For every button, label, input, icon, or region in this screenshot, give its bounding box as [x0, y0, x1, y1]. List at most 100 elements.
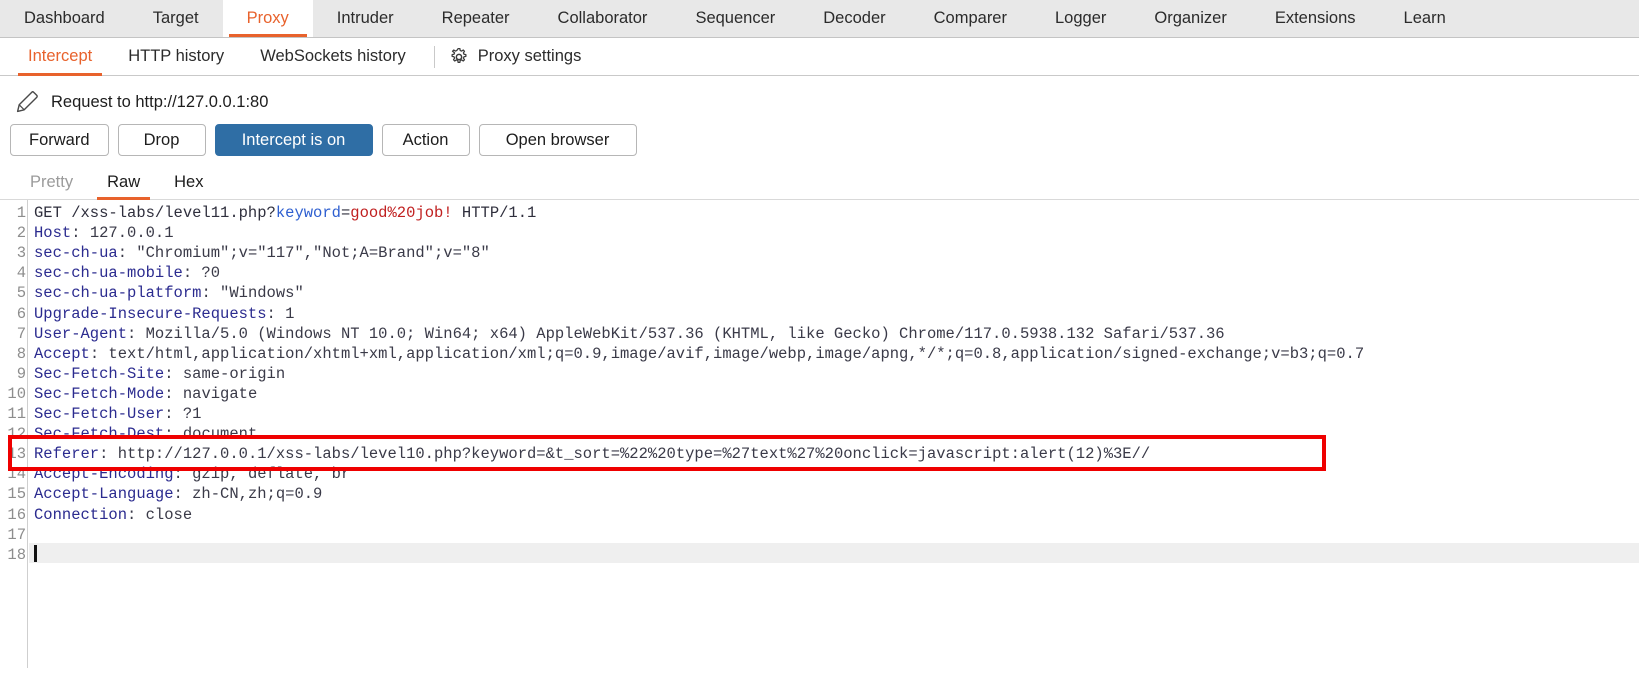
code-token: : ?0 — [182, 264, 221, 283]
main-tab-collaborator[interactable]: Collaborator — [534, 0, 672, 37]
code-token: : ?1 — [164, 405, 202, 423]
line-number: 6 — [16, 304, 26, 323]
code-line[interactable]: Upgrade-Insecure-Requests: 1 — [34, 304, 294, 324]
code-token: Sec-Fetch-Dest — [34, 425, 165, 444]
sub-tab-intercept[interactable]: Intercept — [10, 38, 110, 76]
proxy-sub-tab-bar: Intercept HTTP history WebSockets history … — [0, 38, 1639, 76]
code-token: : 127.0.0.1 — [71, 224, 174, 243]
line-number: 12 — [7, 425, 26, 444]
code-token: Accept — [34, 344, 90, 363]
code-token: Upgrade-Insecure-Requests — [34, 304, 267, 323]
line-number-gutter: 1 2 3 4 5 6 7 8 9 10 11 12 13 14 15 16 17 18 — [0, 200, 28, 668]
text-caret — [34, 544, 37, 562]
forward-button[interactable]: Forward — [10, 124, 109, 156]
code-line[interactable]: Sec-Fetch-Dest: document — [34, 424, 257, 444]
code-line[interactable]: Accept-Language: zh-CN,zh;q=0.9 — [34, 484, 322, 504]
main-tab-bar: Dashboard Target Proxy Intruder Repeater Coll… — [0, 0, 1639, 38]
view-tab-hex[interactable]: Hex — [160, 166, 217, 200]
code-line[interactable]: Sec-Fetch-Mode: navigate — [34, 384, 257, 404]
line-number: 13 — [7, 445, 26, 464]
code-token: : http://127.0.0.1/xss-labs/level10.php?… — [99, 445, 1151, 464]
gear-icon — [449, 47, 469, 67]
sub-tab-http-history[interactable]: HTTP history — [110, 38, 242, 76]
drop-button[interactable]: Drop — [117, 124, 206, 156]
main-tab-dashboard[interactable]: Dashboard — [0, 0, 129, 37]
main-tab-logger[interactable]: Logger — [1031, 0, 1130, 37]
sub-tab-websockets-history[interactable]: WebSockets history — [242, 38, 424, 76]
code-token: : Mozilla/5.0 (Windows NT 10.0; Win64; x… — [127, 324, 1225, 343]
code-token: GET /xss-labs/level11.php? — [34, 204, 276, 222]
request-banner: Request to http://127.0.0.1:80 — [0, 76, 1639, 120]
code-token: keyword — [275, 204, 341, 222]
code-token: Accept-Language — [34, 485, 174, 504]
code-token: Sec-Fetch-User — [34, 405, 165, 423]
code-line[interactable]: Host: 127.0.0.1 — [34, 223, 174, 243]
line-number: 7 — [16, 324, 26, 343]
main-tab-decoder[interactable]: Decoder — [799, 0, 909, 37]
code-line[interactable]: User-Agent: Mozilla/5.0 (Windows NT 10.0… — [34, 324, 1225, 344]
code-token: : text/html,application/xhtml+xml,applic… — [89, 344, 1365, 363]
main-tab-sequencer[interactable]: Sequencer — [671, 0, 799, 37]
line-number: 10 — [7, 384, 26, 403]
code-line[interactable]: sec-ch-ua: "Chromium";v="117","Not;A=Bra… — [34, 243, 490, 263]
code-token: sec-ch-ua-platform — [34, 284, 202, 303]
main-tab-organizer[interactable]: Organizer — [1130, 0, 1250, 37]
code-token: : close — [127, 505, 193, 524]
intercept-toggle-button[interactable]: Intercept is on — [214, 124, 373, 156]
code-line[interactable]: sec-ch-ua-mobile: ?0 — [34, 263, 220, 283]
code-line[interactable]: Sec-Fetch-User: ?1 — [34, 404, 201, 424]
line-number: 16 — [7, 505, 26, 524]
code-token: sec-ch-ua-mobile — [34, 264, 183, 283]
code-line[interactable]: Sec-Fetch-Site: same-origin — [34, 364, 285, 384]
view-tab-raw[interactable]: Raw — [93, 166, 154, 200]
line-number: 11 — [7, 405, 26, 423]
code-token: : "Chromium";v="117","Not;A=Brand";v="8" — [117, 244, 490, 263]
main-tab-comparer[interactable]: Comparer — [910, 0, 1031, 37]
code-token: : navigate — [164, 384, 258, 403]
line-number: 1 — [16, 204, 26, 222]
code-line[interactable]: Referer: http://127.0.0.1/xss-labs/level… — [34, 444, 1150, 464]
code-token: : gzip, deflate, br — [173, 465, 351, 484]
code-token: Accept-Encoding — [34, 465, 174, 484]
code-line[interactable]: Accept: text/html,application/xhtml+xml,… — [34, 344, 1364, 364]
line-number: 9 — [16, 364, 26, 383]
code-token: Connection — [34, 505, 128, 524]
code-token: : same-origin — [164, 364, 286, 383]
line-number: 2 — [16, 224, 26, 243]
code-token: Sec-Fetch-Site — [34, 364, 165, 383]
line-number: 4 — [16, 264, 26, 283]
line-number: 14 — [7, 465, 26, 484]
code-token: Host — [34, 224, 72, 243]
main-tab-extensions[interactable]: Extensions — [1251, 0, 1380, 37]
line-number: 15 — [7, 485, 26, 504]
line-number: 3 — [16, 244, 26, 263]
code-token: : zh-CN,zh;q=0.9 — [173, 485, 323, 504]
cursor-line-highlight — [29, 542, 1639, 563]
code-token: : "Windows" — [201, 284, 304, 303]
main-tab-proxy[interactable]: Proxy — [222, 0, 313, 37]
main-tab-learn[interactable]: Learn — [1380, 0, 1470, 37]
proxy-settings-item[interactable]: Proxy settings — [449, 47, 581, 67]
code-token: good%20job! — [350, 204, 453, 222]
code-token: = — [340, 204, 351, 222]
request-editor[interactable]: 1 2 3 4 5 6 7 8 9 10 11 12 13 14 15 16 17 18 GET /xss-lab… — [0, 200, 1639, 668]
action-button[interactable]: Action — [381, 124, 470, 156]
intercept-action-buttons: Forward Drop Intercept is on Action Open bro… — [0, 120, 1639, 166]
code-line[interactable]: Connection: close — [34, 505, 192, 525]
code-token: User-Agent — [34, 324, 128, 343]
code-line[interactable]: Accept-Encoding: gzip, deflate, br — [34, 464, 350, 484]
message-view-tab-bar: Pretty Raw Hex — [0, 166, 1639, 200]
sub-tab-divider — [433, 45, 435, 68]
main-tab-repeater[interactable]: Repeater — [418, 0, 534, 37]
code-token: : 1 — [266, 304, 295, 323]
main-tab-intruder[interactable]: Intruder — [313, 0, 418, 37]
request-target-text: Request to http://127.0.0.1:80 — [51, 92, 269, 111]
code-token: : document — [164, 425, 258, 444]
view-tab-pretty[interactable]: Pretty — [16, 166, 87, 200]
open-browser-button[interactable]: Open browser — [478, 124, 637, 156]
code-line[interactable]: sec-ch-ua-platform: "Windows" — [34, 283, 304, 303]
code-token: sec-ch-ua — [34, 244, 118, 263]
code-line[interactable]: GET /xss-labs/level11.php?keyword=good%2… — [34, 203, 536, 223]
main-tab-target[interactable]: Target — [129, 0, 223, 37]
line-number: 8 — [16, 344, 26, 363]
